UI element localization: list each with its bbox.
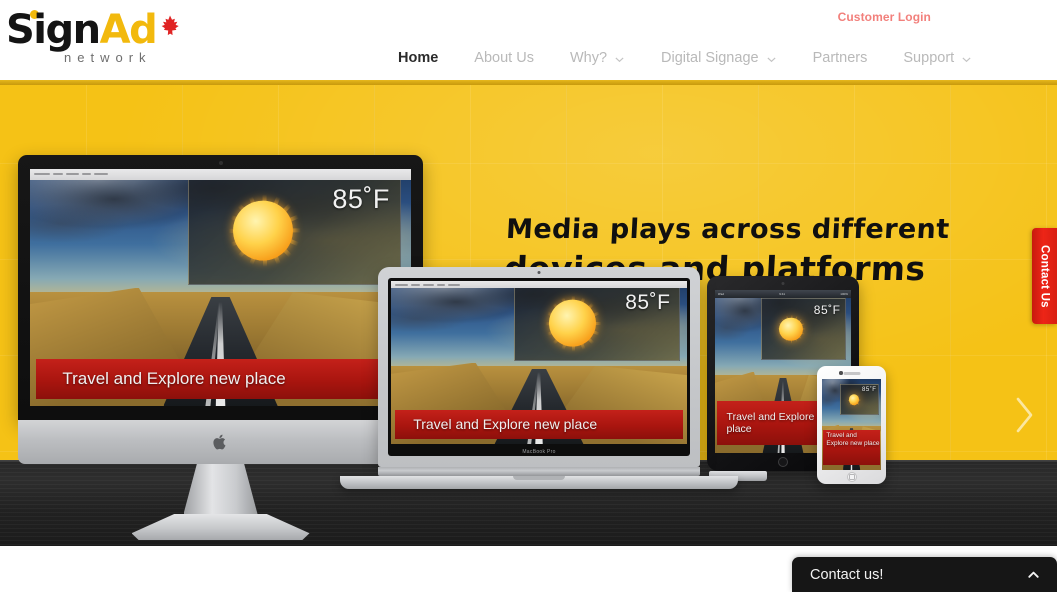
nav-item-partners[interactable]: Partners [795,50,886,66]
screen-content-macbook: 85˚F Travel and Explore new place [391,281,687,444]
contact-us-side-tab[interactable]: Contact Us [1032,228,1057,324]
nav-label-partners: Partners [812,50,868,66]
contact-us-tab-label: Contact Us [1038,244,1051,308]
screen-content-imac: 85˚F Travel and Explore new place [30,169,411,406]
logo-text-ad: Ad [99,7,158,53]
macbook-model-label: MacBook Pro [522,449,556,455]
chevron-down-icon [614,53,625,64]
chevron-down-icon [961,53,972,64]
chevron-up-icon[interactable] [1026,567,1041,582]
sun-icon [538,288,608,358]
site-logo[interactable]: SignAd network [6,6,186,72]
temperature-label-imac: 85˚F [332,183,390,214]
device-iphone: 85˚F Travel and Explore new place [817,366,886,484]
promo-banner-macbook: Travel and Explore new place [395,409,683,440]
iphone-speaker-icon [843,372,860,375]
sun-core [848,394,860,406]
logo-subtitle: network [64,50,152,65]
imac-base [131,514,310,540]
chevron-down-icon [766,53,777,64]
customer-login-link[interactable]: Customer Login [838,10,931,24]
nav-item-home[interactable]: Home [380,50,456,66]
imac-menu-bar [30,169,411,180]
sun-icon [774,311,810,347]
ipad-status-right: 100% [840,292,848,297]
temperature-label-ipad: 85˚F [813,302,841,317]
screen-content-iphone: 85˚F Travel and Explore new place [822,379,881,470]
header-divider [0,80,1057,85]
nav-label-about-us: About Us [474,50,534,66]
iphone-screen: 85˚F Travel and Explore new place [822,379,881,470]
chat-widget-bar[interactable]: Contact us! [792,557,1057,592]
macbook-base [340,476,738,489]
iphone-camera-icon [839,371,843,375]
nav-label-digital-signage: Digital Signage [661,50,759,66]
nav-label-why: Why? [569,50,608,66]
nav-item-why[interactable]: Why? [552,50,643,66]
ipad-status-center: 9:41 [779,292,786,297]
logo-text-sign: Sign [6,7,101,53]
carousel-next-button[interactable] [1009,392,1039,438]
site-header: SignAd network Customer Login Home About… [0,0,1057,80]
ipad-camera-icon [781,282,785,285]
temperature-label-iphone: 85˚F [862,387,877,394]
iphone-home-button[interactable] [846,472,857,482]
weather-widget-iphone: 85˚F [840,384,880,416]
nav-label-home: Home [398,50,439,66]
device-macbook: 85˚F Travel and Explore new place MacBoo… [340,267,738,489]
temperature-label-macbook: 85˚F [625,291,671,315]
chevron-right-icon [1016,397,1033,433]
nav-label-support: Support [903,50,955,66]
logo-wordmark: SignAd [6,7,158,53]
imac-camera-icon [218,161,223,165]
macbook-screen: 85˚F Travel and Explore new place [391,281,687,444]
promo-banner-iphone: Travel and Explore new place [822,429,881,465]
imac-screen: 85˚F Travel and Explore new place [30,169,411,406]
apple-logo-icon [213,433,228,451]
sun-core [232,200,294,261]
weather-widget-imac: 85˚F [188,176,402,286]
nav-item-digital-signage[interactable]: Digital Signage [643,50,795,66]
maple-leaf-icon [159,14,181,40]
weather-widget-ipad: 85˚F [761,298,846,361]
weather-widget-macbook: 85˚F [513,285,680,361]
macbook-bezel: 85˚F Travel and Explore new place MacBoo… [388,278,690,456]
main-navigation: Home About Us Why? Digital Signage Partn… [380,50,990,66]
imac-chin [18,420,423,464]
sun-core [779,317,803,341]
page-root: SignAd network Customer Login Home About… [0,0,1057,592]
macbook-trackpad-notch [513,476,565,480]
ipad-status-left: iPad [718,292,725,297]
iphone-body: 85˚F Travel and Explore new place [817,366,886,484]
sun-core [548,299,596,347]
sun-icon [219,186,310,275]
nav-item-support[interactable]: Support [885,50,990,66]
imac-stand [183,464,258,514]
ipad-status-bar: iPad 9:41 100% [715,290,851,299]
promo-banner-imac: Travel and Explore new place [35,358,406,399]
chat-widget-title: Contact us! [810,566,884,583]
macbook-lid: 85˚F Travel and Explore new place MacBoo… [378,267,700,467]
macbook-hinge [378,467,700,476]
ipad-home-button[interactable] [778,457,788,467]
macbook-menu-bar [391,281,687,289]
nav-item-about-us[interactable]: About Us [456,50,552,66]
macbook-camera-icon [537,271,541,274]
sun-icon [846,392,863,408]
imac-body: 85˚F Travel and Explore new place [18,155,423,420]
hero-headline-line1: Media plays across different [505,214,951,245]
